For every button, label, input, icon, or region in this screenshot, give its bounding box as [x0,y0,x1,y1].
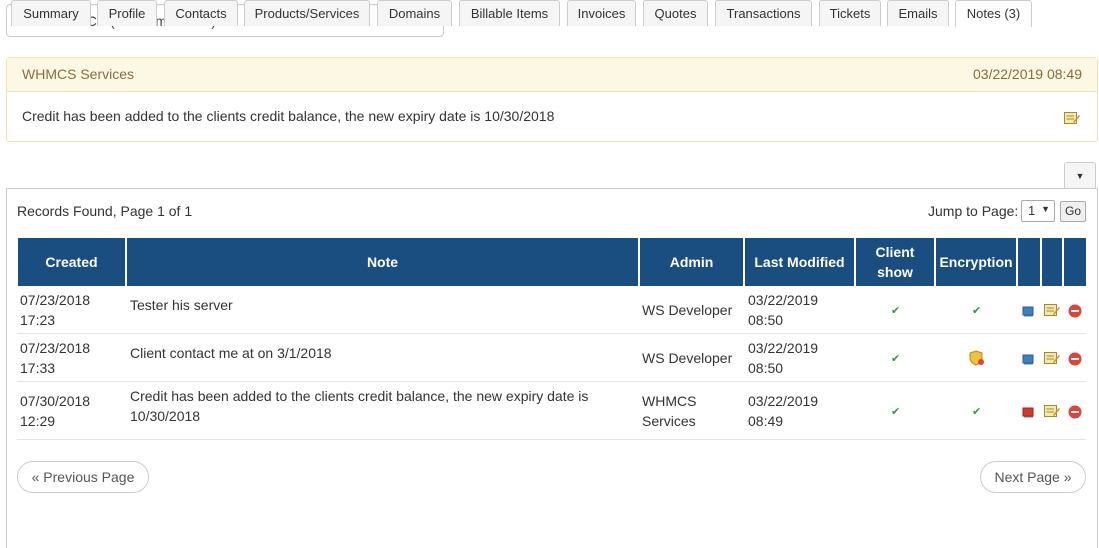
header-edit-col [1042,238,1062,286]
tab-emails[interactable]: Emails [887,0,949,26]
edit-note-icon[interactable] [1064,111,1080,128]
go-button[interactable]: Go [1060,201,1086,222]
records-found: Records Found, Page 1 of 1 [17,203,193,219]
cell-note: Credit has been added to the clients cre… [130,386,630,426]
caret-down-icon: ▼ [1075,171,1085,181]
note-text: Client contact me at on 3/1/2018 [130,345,332,361]
check-icon: ✔ [972,406,982,418]
row-divider [17,439,1086,440]
tab-contacts[interactable]: Contacts [164,0,238,26]
created-date: 07/23/2018 [20,292,91,308]
note-text-continued: 10/30/2018 [130,408,201,424]
modified-time: 08:50 [748,360,784,376]
modified-date: 03/22/2019 [748,292,819,308]
delete-icon[interactable] [1068,304,1082,321]
edit-icon[interactable] [1044,303,1060,320]
cell-created: 07/23/2018 17:33 [20,338,90,378]
tab-quotes[interactable]: Quotes [643,0,708,26]
cell-last-modified: 03/22/2019 08:50 [748,338,818,378]
sticky-flag-blue-icon[interactable] [1022,304,1034,320]
cell-created: 07/23/2018 17:23 [20,290,90,330]
sticky-note: WHMCS Services 03/22/2019 08:49 Credit h… [6,57,1098,142]
header-delete-col [1064,238,1086,286]
header-last-modified[interactable]: Last Modified [745,238,854,286]
sticky-note-title: WHMCS Services [22,66,135,82]
chevron-down-icon: ▼ [1041,204,1050,214]
cell-admin: WS Developer [642,302,733,318]
page-select[interactable]: 1 ▼ [1021,200,1055,222]
edit-icon[interactable] [1044,404,1060,421]
modified-time: 08:50 [748,312,784,328]
jump-to-page-label: Jump to Page: [928,203,1019,219]
admin-name-line2: Services [642,413,696,429]
check-icon: ✔ [972,305,982,317]
delete-icon[interactable] [1068,352,1082,369]
note-text: Credit has been added to the clients cre… [130,388,589,404]
tab-notes[interactable]: Notes (3) [955,0,1032,27]
sticky-flag-red-icon[interactable] [1022,405,1034,421]
tab-profile[interactable]: Profile [97,0,157,26]
tab-invoices[interactable]: Invoices [567,0,636,26]
admin-name-line1: WHMCS [642,393,697,409]
tab-billable-items[interactable]: Billable Items [459,0,560,26]
row-divider [17,381,1086,382]
delete-icon[interactable] [1068,405,1082,422]
tab-summary[interactable]: Summary [11,0,91,26]
tab-products-services[interactable]: Products/Services [244,0,370,26]
header-note[interactable]: Note [127,238,638,286]
tab-domains[interactable]: Domains [377,0,452,26]
header-sticky-col [1018,238,1040,286]
cell-last-modified: 03/22/2019 08:50 [748,290,818,330]
header-client-show-line1: Client [875,244,915,260]
cell-note: Client contact me at on 3/1/2018 [130,343,630,363]
modified-date: 03/22/2019 [748,393,819,409]
cell-last-modified: 03/22/2019 08:49 [748,391,818,431]
cell-admin: WHMCS Services [642,391,696,431]
header-encryption[interactable]: Encryption [936,238,1016,286]
encrypted-shield-icon [969,350,985,369]
header-client-show-line2: show [877,264,913,280]
edit-icon[interactable] [1044,351,1060,368]
page-select-value: 1 [1028,203,1036,218]
created-time: 17:33 [20,360,56,376]
check-icon: ✔ [891,406,901,418]
tab-transactions[interactable]: Transactions [715,0,812,26]
sticky-note-header: WHMCS Services 03/22/2019 08:49 [7,58,1097,92]
modified-date: 03/22/2019 [748,340,819,356]
cell-note: Tester his server [130,295,630,315]
created-date: 07/30/2018 [20,393,91,409]
cell-created: 07/30/2018 12:29 [20,391,90,431]
next-page-button[interactable]: Next Page » [980,461,1086,493]
created-time: 12:29 [20,413,56,429]
check-icon: ✔ [891,305,901,317]
sticky-note-date: 03/22/2019 08:49 [973,66,1082,82]
row-divider [17,333,1086,334]
note-text: Tester his server [130,297,233,313]
created-date: 07/23/2018 [20,340,91,356]
previous-page-button[interactable]: « Previous Page [17,461,149,493]
header-created[interactable]: Created [18,238,125,286]
check-icon: ✔ [891,353,901,365]
header-admin[interactable]: Admin [640,238,743,286]
created-time: 17:23 [20,312,56,328]
modified-time: 08:49 [748,413,784,429]
more-tabs-button[interactable]: ▼ [1064,162,1096,188]
sticky-flag-blue-icon[interactable] [1022,352,1034,368]
sticky-note-body: Credit has been added to the clients cre… [7,92,1097,141]
tab-tickets[interactable]: Tickets [819,0,881,26]
sticky-note-text: Credit has been added to the clients cre… [22,108,555,124]
cell-admin: WS Developer [642,350,733,366]
header-client-show[interactable]: Client show [856,238,934,286]
